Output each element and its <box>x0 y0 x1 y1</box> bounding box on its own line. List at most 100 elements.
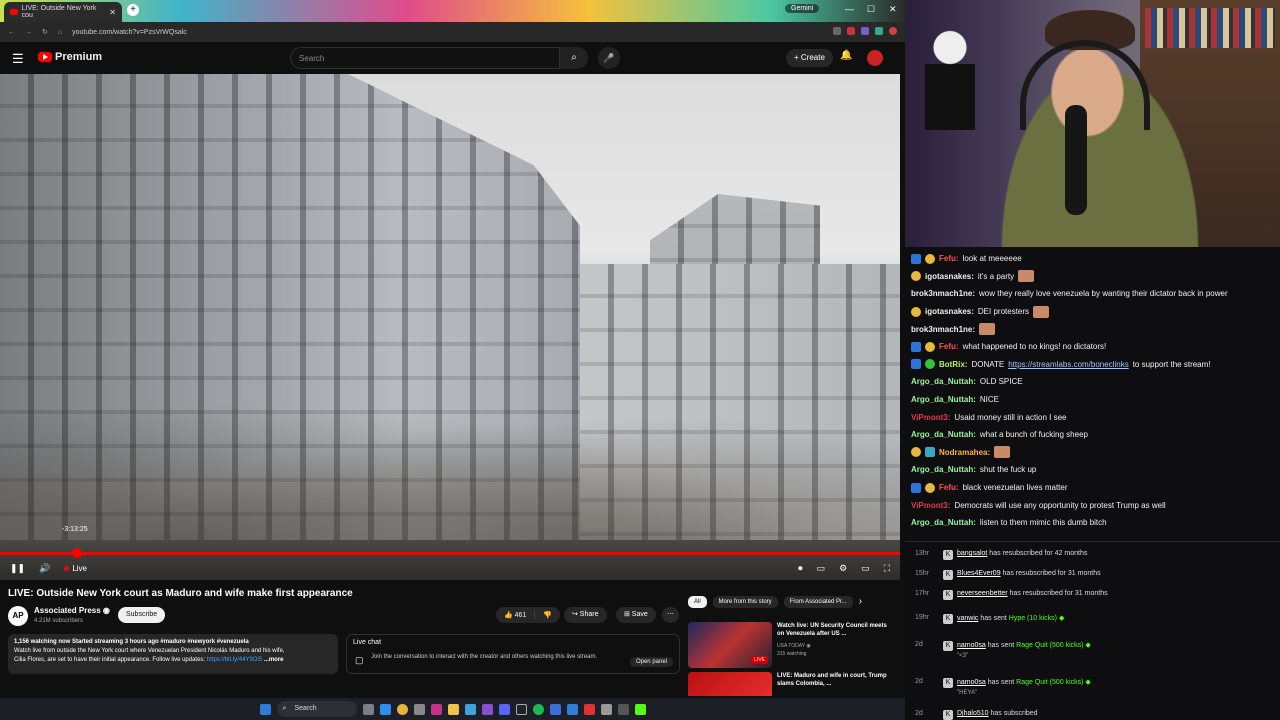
event-user[interactable]: namo0sa <box>957 679 986 686</box>
event-user[interactable]: vanwic <box>957 615 978 622</box>
taskbar-search[interactable]: ⌕ Search <box>276 701 357 717</box>
related-title[interactable]: LIVE: Maduro and wife in court, Trump sl… <box>777 672 887 688</box>
show-more-link[interactable]: ...more <box>264 657 284 663</box>
menu-icon[interactable]: ☰ <box>12 51 24 67</box>
progress-bar[interactable] <box>0 552 900 555</box>
window-close-button[interactable]: ✕ <box>889 4 897 15</box>
open-panel-button[interactable]: Open panel <box>629 657 673 667</box>
captions-icon[interactable]: ▭ <box>817 563 826 574</box>
save-button[interactable]: ⊞ Save <box>616 607 656 623</box>
description-link[interactable]: https://bit.ly/44Y9Oi5 <box>207 657 262 663</box>
chip-all[interactable]: All <box>688 596 707 608</box>
chat-username[interactable]: ViPmont3: <box>911 413 950 422</box>
app-icon[interactable] <box>379 703 391 715</box>
app-icon[interactable] <box>413 703 425 715</box>
related-title[interactable]: Watch live: UN Security Council meets on… <box>777 622 887 638</box>
app-icon[interactable] <box>566 703 578 715</box>
description-box[interactable]: 1,156 watching now Started streaming 3 h… <box>8 634 338 674</box>
forward-icon[interactable]: → <box>25 29 32 36</box>
chat-username[interactable]: ViPmont3: <box>911 501 950 510</box>
chat-username[interactable]: Nodramahea: <box>939 448 990 457</box>
app-icon[interactable] <box>549 703 561 715</box>
theater-mode-icon[interactable]: ▭ <box>861 563 870 574</box>
chat-username[interactable]: brok3nmach1ne: <box>911 289 975 298</box>
subscribe-button[interactable]: Subscribe <box>118 607 166 623</box>
url-field[interactable]: youtube.com/watch?v=PzsVrWQsalc <box>72 29 817 36</box>
chat-username[interactable]: Argo_da_Nuttah: <box>911 430 976 439</box>
chat-username[interactable]: Argo_da_Nuttah: <box>911 395 976 404</box>
fullscreen-icon[interactable]: ⛶ <box>884 563 890 574</box>
app-icon[interactable] <box>430 703 442 715</box>
reload-icon[interactable]: ↻ <box>42 28 48 36</box>
search-input[interactable]: Search <box>290 47 560 69</box>
spotify-icon[interactable] <box>532 703 544 715</box>
chat-username[interactable]: igotasnakes: <box>925 307 974 316</box>
chat-username[interactable]: Argo_da_Nuttah: <box>911 518 976 527</box>
app-icon[interactable] <box>464 703 476 715</box>
related-video[interactable]: LIVE: Maduro and wife in court, Trump sl… <box>688 672 893 696</box>
event-user[interactable]: Djhalo510 <box>957 710 989 717</box>
extension-icon[interactable] <box>861 27 869 35</box>
create-button[interactable]: + Create <box>786 49 833 67</box>
extension-icon[interactable] <box>875 27 883 35</box>
folder-icon[interactable] <box>447 703 459 715</box>
event-user[interactable]: namo0sa <box>957 642 986 649</box>
share-button[interactable]: ↪ Share <box>564 607 607 623</box>
live-badge[interactable]: Live <box>64 564 87 573</box>
app-icon[interactable] <box>515 703 527 715</box>
app-icon[interactable] <box>481 703 493 715</box>
related-thumbnail[interactable]: LIVE <box>688 622 772 668</box>
app-icon[interactable] <box>600 703 612 715</box>
mic-icon[interactable]: 🎤 <box>598 47 620 69</box>
volume-icon[interactable]: 🔊 <box>39 563 50 574</box>
chat-username[interactable]: brok3nmach1ne: <box>911 325 975 334</box>
more-actions-button[interactable]: ⋯ <box>662 607 679 623</box>
chrome-icon[interactable] <box>396 703 408 715</box>
extension-icon[interactable] <box>847 27 855 35</box>
youtube-logo[interactable]: Premium <box>38 51 102 63</box>
dislike-button[interactable]: 👎 <box>535 611 560 619</box>
search-icon[interactable]: ⌕ <box>560 47 588 69</box>
chat-username[interactable]: igotasnakes: <box>925 272 974 281</box>
channel-name[interactable]: Associated Press ◉ <box>34 606 110 615</box>
settings-gear-icon[interactable]: ⚙ <box>839 563 847 574</box>
maps-icon[interactable] <box>583 703 595 715</box>
related-thumbnail[interactable] <box>688 672 772 696</box>
app-icon[interactable] <box>362 703 374 715</box>
chat-username[interactable]: Fefu: <box>939 254 959 263</box>
chat-link[interactable]: https://streamlabs.com/boneclinks <box>1008 360 1129 369</box>
chat-username[interactable]: Argo_da_Nuttah: <box>911 377 976 386</box>
video-player[interactable]: -3:13:25 ❚❚ 🔊 Live ⏺ ▭ ⚙ ▭ ⛶ <box>0 74 900 580</box>
chip-more-from-story[interactable]: More from this story <box>712 596 778 608</box>
event-user[interactable]: Blues4Ever09 <box>957 570 1001 577</box>
chat-username[interactable]: Fefu: <box>939 342 959 351</box>
avatar[interactable] <box>867 50 883 66</box>
chip-from-channel[interactable]: From Associated Pr... <box>783 596 853 608</box>
event-user[interactable]: neverseenbetter <box>957 590 1008 597</box>
chat-username[interactable]: Argo_da_Nuttah: <box>911 465 976 474</box>
related-video[interactable]: LIVE Watch live: UN Security Council mee… <box>688 622 893 670</box>
maximize-button[interactable]: ☐ <box>867 4 875 15</box>
browser-tab[interactable]: LIVE: Outside New York cou ✕ <box>4 2 122 22</box>
autoplay-toggle-icon[interactable]: ⏺ <box>798 563 803 574</box>
windows-start-icon[interactable] <box>259 703 271 715</box>
pause-icon[interactable]: ❚❚ <box>10 563 25 574</box>
discord-icon[interactable] <box>498 703 510 715</box>
profile-icon[interactable] <box>889 27 897 35</box>
chat-username[interactable]: Fefu: <box>939 483 959 492</box>
minimize-button[interactable]: — <box>845 4 854 14</box>
kick-icon[interactable] <box>634 703 646 715</box>
chevron-right-icon[interactable]: › <box>859 596 862 608</box>
channel-avatar[interactable]: AP <box>8 606 28 626</box>
new-tab-button[interactable]: + <box>127 4 139 16</box>
tab-close-icon[interactable]: ✕ <box>109 8 116 17</box>
back-icon[interactable]: ← <box>8 29 15 36</box>
home-icon[interactable]: ⌂ <box>58 29 62 36</box>
gemini-button[interactable]: Gemini <box>785 4 820 13</box>
app-icon[interactable] <box>617 703 629 715</box>
like-button[interactable]: 👍 461 <box>496 611 536 619</box>
notifications-bell-icon[interactable]: 🔔 <box>840 50 852 61</box>
extension-icon[interactable] <box>833 27 841 35</box>
chat-username[interactable]: BotRix: <box>939 360 967 369</box>
event-user[interactable]: bangsalot <box>957 550 987 557</box>
